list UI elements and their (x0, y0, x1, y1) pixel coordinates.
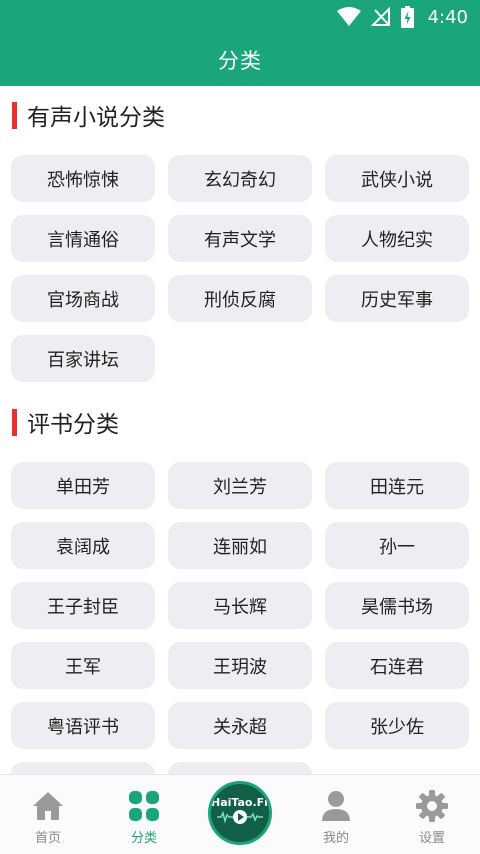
bottom-navigation: 首页 分类 HaiTao.Fm 我的 设置 (0, 774, 480, 854)
category-chip[interactable]: 刘兰芳 (168, 462, 312, 509)
nav-settings[interactable]: 设置 (384, 775, 480, 854)
clock: 4:40 (427, 6, 468, 28)
category-chip[interactable]: 武侠小说 (325, 155, 469, 202)
play-icon (233, 810, 247, 824)
audio-novel-category-grid: 恐怖惊悚 玄幻奇幻 武侠小说 言情通俗 有声文学 人物纪实 官场商战 刑侦反腐 … (11, 155, 470, 382)
category-chip-partial[interactable] (11, 762, 155, 774)
category-chip[interactable]: 单田芳 (11, 462, 155, 509)
category-chip[interactable]: 田连元 (325, 462, 469, 509)
category-chip[interactable]: 恐怖惊悚 (11, 155, 155, 202)
category-chip[interactable]: 昊儒书场 (325, 582, 469, 629)
category-grid-icon (129, 791, 159, 821)
home-icon (33, 792, 63, 820)
app-bar: 分类 (0, 34, 480, 86)
nav-category-label: 分类 (130, 831, 157, 846)
battery-charging-icon (400, 6, 414, 28)
nav-home[interactable]: 首页 (0, 775, 96, 854)
category-chip[interactable]: 袁阔成 (11, 522, 155, 569)
page-title: 分类 (218, 49, 262, 73)
category-chip[interactable]: 粤语评书 (11, 702, 155, 749)
category-chip[interactable]: 关永超 (168, 702, 312, 749)
status-icons: 4:40 (336, 5, 468, 29)
category-chip[interactable]: 王子封臣 (11, 582, 155, 629)
category-chip[interactable]: 玄幻奇幻 (168, 155, 312, 202)
category-chip[interactable]: 刑侦反腐 (168, 275, 312, 322)
category-chip[interactable]: 官场商战 (11, 275, 155, 322)
category-chip[interactable]: 百家讲坛 (11, 335, 155, 382)
nav-category[interactable]: 分类 (96, 775, 192, 854)
gear-icon (416, 790, 448, 822)
nav-mine-label: 我的 (322, 831, 349, 846)
category-chip[interactable]: 人物纪实 (325, 215, 469, 262)
person-icon (322, 791, 350, 821)
category-chip-partial[interactable] (168, 762, 312, 774)
section-header-audio-novel: 有声小说分类 (12, 100, 165, 131)
section-header-pingshu: 评书分类 (12, 407, 119, 438)
section-accent-bar (12, 408, 17, 436)
category-chip[interactable]: 王玥波 (168, 642, 312, 689)
section-title: 评书分类 (27, 412, 119, 438)
category-chip[interactable]: 王军 (11, 642, 155, 689)
category-chip[interactable]: 言情通俗 (11, 215, 155, 262)
nav-settings-label: 设置 (418, 831, 445, 846)
wifi-icon (336, 7, 361, 26)
category-chip[interactable]: 张少佐 (325, 702, 469, 749)
section-accent-bar (12, 101, 17, 129)
category-content[interactable]: 有声小说分类 恐怖惊悚 玄幻奇幻 武侠小说 言情通俗 有声文学 人物纪实 官场商… (0, 86, 480, 774)
pingshu-category-grid: 单田芳 刘兰芳 田连元 袁阔成 连丽如 孙一 王子封臣 马长辉 昊儒书场 王军 … (11, 462, 470, 774)
status-bar: 4:40 (0, 0, 480, 34)
section-title: 有声小说分类 (27, 105, 165, 131)
category-chip[interactable]: 历史军事 (325, 275, 469, 322)
category-chip[interactable]: 连丽如 (168, 522, 312, 569)
category-chip[interactable]: 有声文学 (168, 215, 312, 262)
nav-home-label: 首页 (34, 831, 61, 846)
category-chip[interactable]: 孙一 (325, 522, 469, 569)
category-chip[interactable]: 马长辉 (168, 582, 312, 629)
nav-mine[interactable]: 我的 (288, 775, 384, 854)
no-signal-icon (370, 7, 390, 26)
category-chip[interactable]: 石连君 (325, 642, 469, 689)
player-disc-button[interactable]: HaiTao.Fm (208, 781, 272, 845)
